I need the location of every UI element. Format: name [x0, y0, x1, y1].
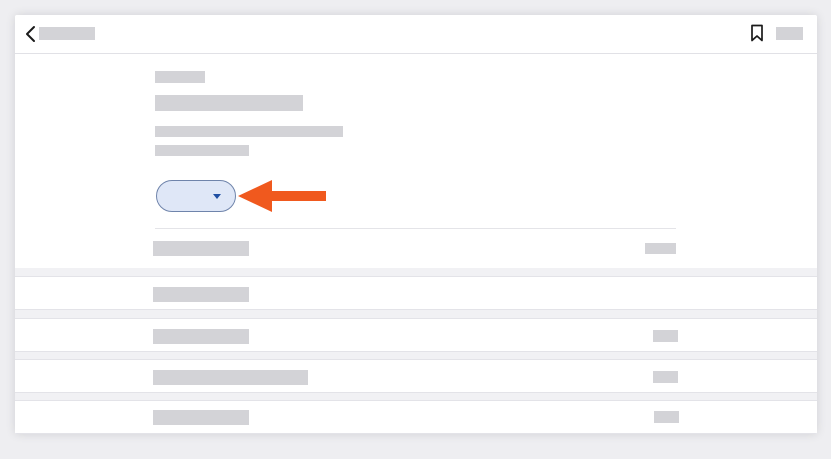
list-row[interactable]: [15, 276, 817, 310]
page-card: [15, 15, 817, 434]
list-row[interactable]: [15, 400, 817, 434]
status-dropdown[interactable]: [156, 180, 236, 212]
item-detail-line-1: [155, 126, 343, 137]
row-value: [653, 371, 678, 383]
caret-down-icon: [213, 194, 221, 199]
list-row[interactable]: [15, 359, 817, 393]
bookmark-icon[interactable]: [750, 24, 764, 42]
top-bar: [15, 15, 817, 54]
section-header-label: [153, 241, 249, 256]
annotation-arrow-icon: [238, 180, 326, 212]
row-label: [153, 370, 308, 385]
row-value: [654, 411, 679, 423]
row-label: [153, 329, 249, 344]
item-detail-line-2: [155, 145, 249, 156]
row-value: [653, 330, 678, 342]
item-type-label: [155, 71, 205, 83]
header-action-label[interactable]: [776, 27, 803, 40]
row-label: [153, 287, 249, 302]
item-title: [155, 95, 303, 111]
section-divider: [155, 228, 676, 229]
section-header-value: [645, 243, 676, 254]
row-label: [153, 410, 249, 425]
back-link-label[interactable]: [39, 27, 95, 40]
list-row[interactable]: [15, 318, 817, 352]
back-chevron-icon[interactable]: [24, 25, 38, 43]
item-header-section: [15, 54, 817, 268]
